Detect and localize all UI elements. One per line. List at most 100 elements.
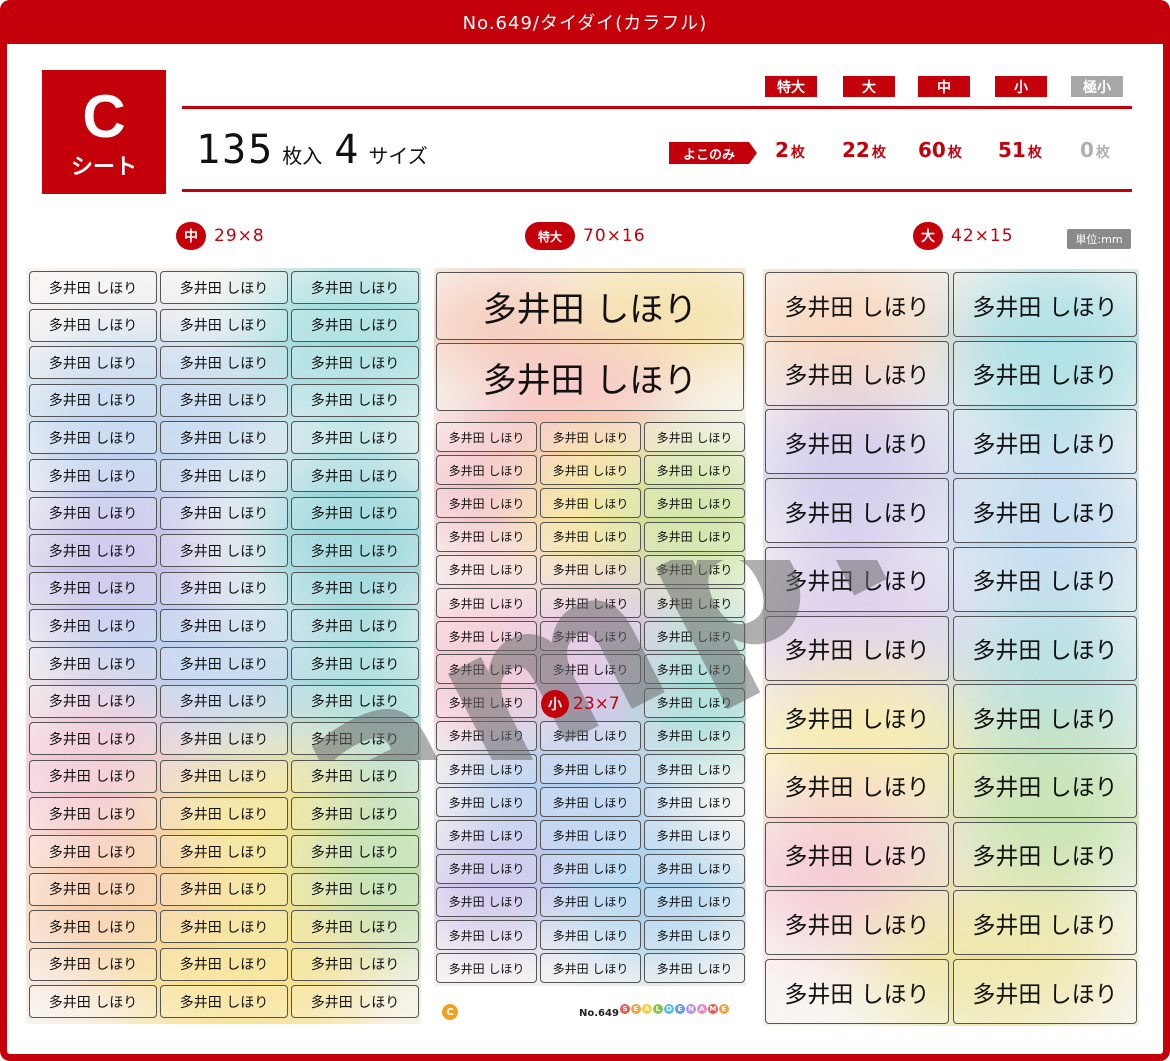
yoko-only-tag: よこのみ xyxy=(669,142,759,164)
label-large: 多井田 しほり xyxy=(953,821,1137,887)
label-small: 多井田 しほり xyxy=(644,687,745,718)
count-xlarge: 2枚 xyxy=(775,138,805,162)
label-large: 多井田 しほり xyxy=(953,615,1137,681)
label-medium: 多井田 しほり xyxy=(29,797,157,831)
label-large: 多井田 しほり xyxy=(765,478,949,544)
brand-letter: A xyxy=(697,1004,707,1014)
label-small: 多井田 しほり xyxy=(644,588,745,618)
label-medium: 多井田 しほり xyxy=(291,985,419,1019)
label-small: 多井田 しほり xyxy=(436,886,537,917)
label-large: 多井田 しほり xyxy=(765,752,949,818)
label-medium: 多井田 しほり xyxy=(291,271,419,304)
label-medium: 多井田 しほり xyxy=(291,872,419,906)
count-value: 2 xyxy=(775,138,789,162)
label-small: 多井田 しほり xyxy=(540,853,641,884)
count-xsmall: 0枚 xyxy=(1080,138,1110,162)
label-small: 多井田 しほり xyxy=(436,920,537,950)
label-small: 多井田 しほり xyxy=(436,687,537,718)
section-label-xlarge: 特大 70×16 xyxy=(525,222,646,250)
label-medium: 多井田 しほり xyxy=(29,534,157,568)
label-medium: 多井田 しほり xyxy=(160,534,288,568)
label-medium: 多井田 しほり xyxy=(29,684,157,718)
label-large: 多井田 しほり xyxy=(953,546,1137,612)
label-small: 多井田 しほり xyxy=(540,787,641,818)
label-medium: 多井田 しほり xyxy=(291,496,419,530)
label-small: 多井田 しほり xyxy=(644,720,745,751)
label-medium: 多井田 しほり xyxy=(291,797,419,831)
label-medium: 多井田 しほり xyxy=(160,684,288,718)
label-medium: 多井田 しほり xyxy=(160,459,288,492)
section-label-large: 大 42×15 xyxy=(913,222,1014,250)
label-medium: 多井田 しほり xyxy=(291,609,419,643)
label-small: 多井田 しほり xyxy=(540,820,641,851)
label-small: 多井田 しほり xyxy=(436,953,537,984)
unit-label: 単位:mm xyxy=(1067,229,1131,249)
label-large: 多井田 しほり xyxy=(953,478,1137,544)
label-medium: 多井田 しほり xyxy=(160,797,288,831)
label-medium: 多井田 しほり xyxy=(29,571,157,605)
count-unit: 枚 xyxy=(1095,145,1110,161)
size-chip-large: 大 xyxy=(843,76,895,97)
label-medium: 多井田 しほり xyxy=(29,910,157,944)
label-small: 多井田 しほり xyxy=(644,455,745,486)
label-small: 多井田 しほり xyxy=(436,621,537,652)
label-medium: 多井田 しほり xyxy=(291,421,419,455)
label-medium: 多井田 しほり xyxy=(29,647,157,680)
footer-product-no: No.649 xyxy=(579,1008,619,1019)
section-dims: 70×16 xyxy=(583,226,646,246)
label-medium: 多井田 しほり xyxy=(291,647,419,680)
size-chip-xsmall: 極小 xyxy=(1071,76,1123,97)
label-medium: 多井田 しほり xyxy=(29,308,157,342)
label-large: 多井田 しほり xyxy=(953,684,1137,750)
label-medium: 多井田 しほり xyxy=(29,722,157,756)
count-unit: 枚 xyxy=(790,145,805,161)
label-large: 多井田 しほり xyxy=(765,890,949,956)
brand-letter: E xyxy=(675,1004,685,1014)
label-small: 多井田 しほり xyxy=(436,455,537,486)
label-medium: 多井田 しほり xyxy=(160,872,288,906)
sheet-medium: 多井田 しほり 多井田 しほり 多井田 しほり 多井田 しほり 多井田 しほり 多井田 し… xyxy=(26,268,421,1024)
label-small: 多井田 しほり xyxy=(644,787,745,818)
label-small: 多井田 しほり xyxy=(540,488,641,519)
label-small: 多井田 しほり xyxy=(436,554,537,585)
count-value: 0 xyxy=(1080,138,1094,162)
brand-letter: A xyxy=(642,1004,652,1014)
sheet-xlarge-small: 多井田 しほり 多井田 しほり 多井田 しほり 多井田 しほり 多井田 しほり 多井田 し… xyxy=(434,268,746,986)
brand-letter: E xyxy=(631,1004,641,1014)
label-small: 多井田 しほり xyxy=(436,754,537,784)
label-small: 多井田 しほり xyxy=(436,422,537,452)
label-medium: 多井田 しほり xyxy=(291,684,419,718)
sheet-letter: C xyxy=(82,83,126,150)
label-medium: 多井田 しほり xyxy=(160,647,288,680)
label-large: 多井田 しほり xyxy=(765,821,949,887)
label-small: 多井田 しほり xyxy=(436,654,537,685)
label-small: 多井田 しほり xyxy=(436,588,537,618)
label-small: 多井田 しほり xyxy=(540,886,641,917)
count-value: 51 xyxy=(998,138,1026,162)
label-small: 多井田 しほり xyxy=(644,886,745,917)
section-badge: 特大 xyxy=(525,222,575,250)
label-small: 多井田 しほり xyxy=(540,554,641,585)
label-large: 多井田 しほり xyxy=(765,615,949,681)
sheet-large: 多井田 しほり 多井田 しほり 多井田 しほり 多井田 しほり 多井田 しほり 多井田 し… xyxy=(763,269,1139,1026)
label-xlarge: 多井田 しほり xyxy=(436,343,744,411)
label-large: 多井田 しほり xyxy=(953,959,1137,1024)
brand-letter: M xyxy=(708,1004,718,1014)
count-small: 51 枚 xyxy=(998,138,1042,162)
label-large: 多井田 しほり xyxy=(765,546,949,612)
footer-brand-logo: SEALDENAME xyxy=(620,1004,730,1014)
label-medium: 多井田 しほり xyxy=(160,609,288,643)
label-small: 多井田 しほり xyxy=(436,488,537,519)
section-dims: 29×8 xyxy=(214,226,265,246)
section-label-small: 小 23×7 xyxy=(541,690,620,718)
label-medium: 多井田 しほり xyxy=(160,985,288,1019)
label-medium: 多井田 しほり xyxy=(29,872,157,906)
label-medium: 多井田 しほり xyxy=(160,835,288,868)
label-small: 多井田 しほり xyxy=(644,853,745,884)
size-chip-small: 小 xyxy=(995,76,1047,97)
label-small: 多井田 しほり xyxy=(540,654,641,685)
count-large: 22 枚 xyxy=(842,138,886,162)
section-badge: 小 xyxy=(541,690,569,718)
label-small: 多井田 しほり xyxy=(436,787,537,818)
label-medium: 多井田 しほり xyxy=(160,271,288,304)
